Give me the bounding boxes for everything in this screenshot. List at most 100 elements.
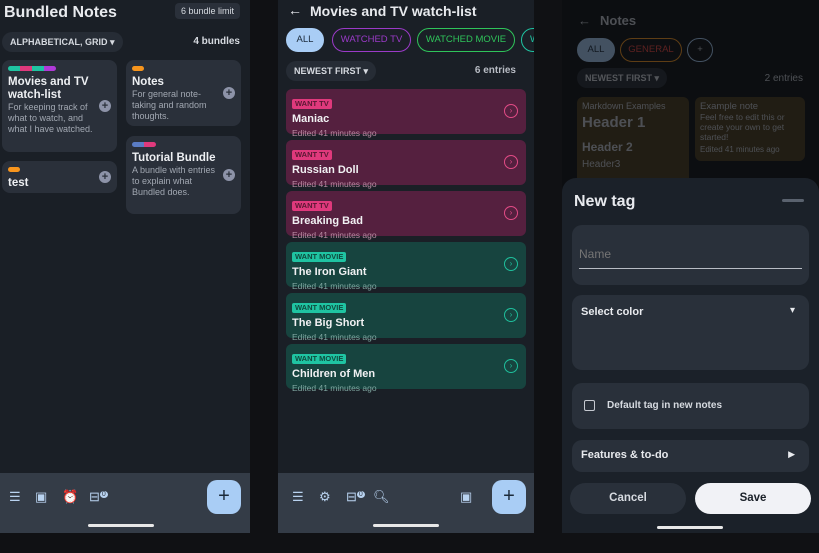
- bundle-card[interactable]: test +: [2, 161, 117, 193]
- note-edited: Edited 41 minutes ago: [700, 145, 780, 154]
- bundle-description: For keeping track of what to watch, and …: [8, 102, 93, 134]
- entry-tag: WANT MOVIE: [292, 303, 347, 313]
- search-icon[interactable]: 🔍︎: [373, 489, 390, 505]
- entry-card[interactable]: WANT TV Breaking Bad Edited 41 minutes a…: [286, 191, 526, 240]
- entry-title: Breaking Bad: [292, 215, 363, 227]
- page-title: Bundled Notes: [4, 4, 117, 21]
- note-body: Feel free to edit this or create your ow…: [700, 112, 785, 142]
- bundle-limit-badge: 6 bundle limit: [175, 3, 241, 19]
- entry-title: The Iron Giant: [292, 266, 367, 278]
- entry-edited: Edited 41 minutes ago: [292, 383, 377, 393]
- open-entry-icon[interactable]: ›: [504, 257, 518, 271]
- filter-all[interactable]: ALL: [286, 28, 324, 52]
- back-icon[interactable]: ←: [288, 2, 302, 18]
- tag-colors: [8, 167, 111, 172]
- page-title: Notes: [600, 13, 637, 28]
- tag-colors: [132, 142, 235, 147]
- back-icon[interactable]: ←: [578, 13, 591, 28]
- menu-icon[interactable]: ☰: [9, 489, 21, 505]
- home-indicator: [657, 526, 723, 529]
- save-button[interactable]: Save: [695, 483, 811, 514]
- entry-tag: WANT MOVIE: [292, 354, 347, 364]
- entry-card[interactable]: WANT MOVIE The Iron Giant Edited 41 minu…: [286, 242, 526, 291]
- page-title: Movies and TV watch-list: [310, 3, 477, 19]
- add-entry-icon[interactable]: +: [223, 169, 235, 181]
- bundle-title: test: [8, 177, 29, 189]
- open-entry-icon[interactable]: ›: [504, 155, 518, 169]
- entry-tag: WANT TV: [292, 201, 332, 211]
- add-entry-icon[interactable]: +: [99, 100, 111, 112]
- sort-dropdown[interactable]: NEWEST FIRST ▾: [286, 61, 377, 81]
- filter-more[interactable]: W: [521, 28, 534, 52]
- filter-watched-movie[interactable]: WATCHED MOVIE: [417, 28, 515, 52]
- features-label: Features & to-do: [581, 449, 669, 461]
- select-color-label: Select color: [581, 306, 644, 318]
- add-filter-button[interactable]: +: [687, 38, 713, 62]
- note-title: Markdown Examples: [582, 101, 666, 111]
- bundle-card[interactable]: Tutorial Bundle A bundle with entries to…: [126, 136, 241, 214]
- sort-dropdown[interactable]: ALPHABETICAL, GRID ▾: [2, 32, 123, 52]
- open-entry-icon[interactable]: ›: [504, 308, 518, 322]
- filter-watched-tv[interactable]: WATCHED TV: [332, 28, 411, 52]
- sort-label: NEWEST FIRST: [294, 66, 361, 76]
- entry-title: The Big Short: [292, 317, 365, 329]
- entry-count: 2 entries: [764, 73, 803, 84]
- inbox-icon[interactable]: ⊟ 0: [346, 489, 365, 505]
- bottom-bar: ☰ ⚙ ⊟ 0 🔍︎ ▣ +: [278, 473, 534, 533]
- note-header-2: Header 2: [582, 140, 633, 154]
- add-entry-icon[interactable]: +: [223, 87, 235, 99]
- entry-title: Children of Men: [292, 368, 376, 380]
- bundle-screen: ← Movies and TV watch-list ALL WATCHED T…: [278, 0, 534, 533]
- open-entry-icon[interactable]: ›: [504, 104, 518, 118]
- note-card[interactable]: Markdown Examples Header 1 Header 2 Head…: [577, 97, 689, 187]
- entry-card[interactable]: WANT TV Russian Doll Edited 41 minutes a…: [286, 140, 526, 189]
- note-card[interactable]: Example note Feel free to edit this or c…: [695, 97, 805, 161]
- entry-card[interactable]: WANT TV Maniac Edited 41 minutes ago ›: [286, 89, 526, 138]
- entry-title: Russian Doll: [292, 164, 359, 176]
- entry-tag: WANT TV: [292, 150, 332, 160]
- tag-name-input[interactable]: [579, 239, 802, 269]
- cancel-button[interactable]: Cancel: [570, 483, 686, 514]
- bundle-card[interactable]: Notes For general note-taking and random…: [126, 60, 241, 126]
- add-image-icon[interactable]: ▣: [460, 489, 472, 505]
- entry-title: Maniac: [292, 113, 330, 125]
- note-header-3: Header3: [582, 159, 621, 170]
- inbox-icon[interactable]: ⊟ 0: [89, 489, 108, 505]
- entry-tag: WANT MOVIE: [292, 252, 347, 262]
- add-entry-icon[interactable]: +: [99, 171, 111, 183]
- note-title: Example note: [700, 101, 759, 112]
- tag-colors: [132, 66, 235, 71]
- new-tag-sheet: New tag Select color ▾ Default tag in ne…: [562, 178, 819, 533]
- filter-all[interactable]: ALL: [577, 38, 615, 62]
- open-entry-icon[interactable]: ›: [504, 206, 518, 220]
- color-picker: Select color ▾: [572, 295, 809, 370]
- bundle-title: Tutorial Bundle: [132, 152, 216, 164]
- sheet-title: New tag: [574, 193, 636, 210]
- home-indicator: [88, 524, 154, 527]
- open-entry-icon[interactable]: ›: [504, 359, 518, 373]
- bundle-count: 4 bundles: [193, 36, 240, 47]
- add-entry-button[interactable]: +: [492, 480, 526, 514]
- default-tag-row[interactable]: Default tag in new notes: [572, 383, 809, 429]
- dropdown-arrow-icon[interactable]: ▾: [790, 305, 795, 316]
- bundle-card[interactable]: Movies and TV watch-list For keeping tra…: [2, 60, 117, 152]
- entry-edited: Edited 41 minutes ago: [292, 128, 377, 138]
- alarm-icon[interactable]: ⏰: [62, 489, 78, 505]
- note-header-1: Header 1: [582, 114, 646, 131]
- features-row[interactable]: Features & to-do ▶: [572, 440, 809, 472]
- bundle-description: For general note-taking and random thoug…: [132, 89, 207, 121]
- sort-dropdown[interactable]: NEWEST FIRST ▾: [577, 68, 668, 88]
- entry-card[interactable]: WANT MOVIE The Big Short Edited 41 minut…: [286, 293, 526, 342]
- name-field-box: [572, 225, 809, 285]
- add-bundle-button[interactable]: +: [207, 480, 241, 514]
- entry-card[interactable]: WANT MOVIE Children of Men Edited 41 min…: [286, 344, 526, 393]
- bundle-title: Notes: [132, 76, 164, 88]
- settings-icon[interactable]: ⚙: [319, 489, 331, 505]
- gallery-icon[interactable]: ▣: [35, 489, 47, 505]
- default-tag-checkbox[interactable]: [584, 400, 595, 411]
- tag-colors: [8, 66, 111, 71]
- drag-handle[interactable]: [782, 199, 804, 202]
- menu-icon[interactable]: ☰: [292, 489, 304, 505]
- sort-label: ALPHABETICAL, GRID: [10, 37, 108, 47]
- filter-general[interactable]: GENERAL: [620, 38, 682, 62]
